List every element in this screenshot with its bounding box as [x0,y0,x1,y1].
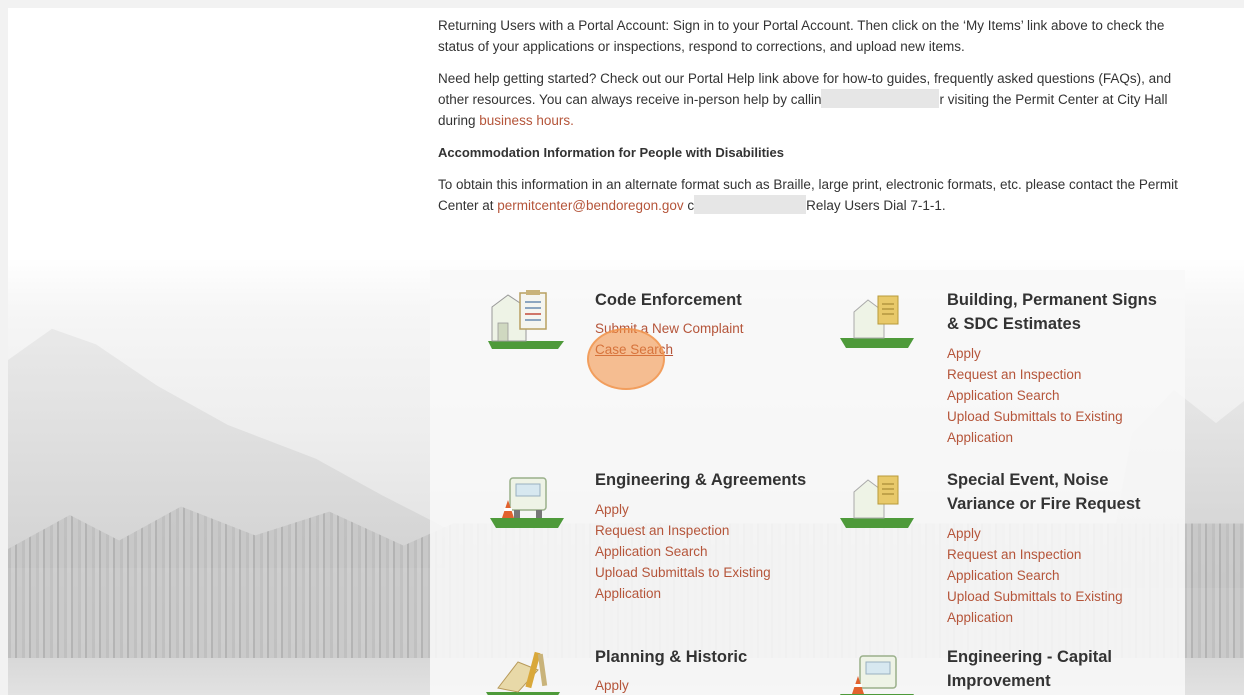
business-hours-link[interactable]: business hours. [479,113,574,128]
special-event-inspection-link[interactable]: Request an Inspection [947,544,1141,565]
special-event-search-link[interactable]: Application Search [947,565,1141,586]
special-event-upload-link-cont[interactable]: Application [947,607,1141,628]
engineering-apply-link[interactable]: Apply [595,499,806,520]
special-event-section: Special Event, Noise Variance or Fire Re… [947,468,1141,628]
engineering-upload-link[interactable]: Upload Submittals to Existing [595,562,806,583]
special-event-icon [838,470,918,540]
capital-title-line1: Engineering - Capital [947,648,1113,666]
permit-email-link[interactable]: permitcenter@bendoregon.gov [497,198,683,213]
building-section: Building, Permanent Signs & SDC Estimate… [947,288,1157,448]
accommodation-heading: Accommodation Information for People wit… [438,145,784,160]
special-event-title-line2: Variance or Fire Request [947,495,1141,513]
planning-icon [484,648,564,695]
engineering-icon [488,470,568,540]
building-upload-link-cont[interactable]: Application [947,427,1157,448]
planning-title: Planning & Historic [595,648,748,666]
building-upload-link[interactable]: Upload Submittals to Existing [947,406,1157,427]
accommodation-text-2: c [683,198,695,213]
accommodation-text-3: Relay Users Dial 7-1-1. [806,198,946,213]
engineering-section: Engineering & Agreements Apply Request a… [595,468,806,604]
special-event-upload-link[interactable]: Upload Submittals to Existing [947,586,1141,607]
intro-content: Returning Users with a Portal Account: S… [438,15,1198,227]
engineering-search-link[interactable]: Application Search [595,541,806,562]
building-title-line2: & SDC Estimates [947,315,1081,333]
building-apply-link[interactable]: Apply [947,343,1157,364]
redacted-phone [821,89,940,108]
engineering-inspection-link[interactable]: Request an Inspection [595,520,806,541]
engineering-title: Engineering & Agreements [595,471,807,489]
building-title-line1: Building, Permanent Signs [947,291,1157,309]
returning-users-text: Returning Users with a Portal Account: S… [438,18,1165,54]
special-event-title-line1: Special Event, Noise [947,471,1109,489]
capital-improvement-icon [838,650,918,695]
accommodation-paragraph: To obtain this information in an alterna… [438,174,1198,216]
help-paragraph: Need help getting started? Check out our… [438,68,1198,131]
engineering-upload-link-cont[interactable]: Application [595,583,806,604]
capital-improvement-section: Engineering - Capital Improvement [947,645,1112,693]
code-enforcement-icon [486,285,566,355]
redacted-phone-2 [694,195,807,214]
building-inspection-link[interactable]: Request an Inspection [947,364,1157,385]
planning-section: Planning & Historic Apply [595,645,747,695]
special-event-apply-link[interactable]: Apply [947,523,1141,544]
building-icon [838,290,918,360]
code-enforcement-title: Code Enforcement [595,291,742,309]
click-indicator [587,328,665,390]
planning-apply-link[interactable]: Apply [595,675,747,695]
building-search-link[interactable]: Application Search [947,385,1157,406]
capital-title-line2: Improvement [947,672,1051,690]
